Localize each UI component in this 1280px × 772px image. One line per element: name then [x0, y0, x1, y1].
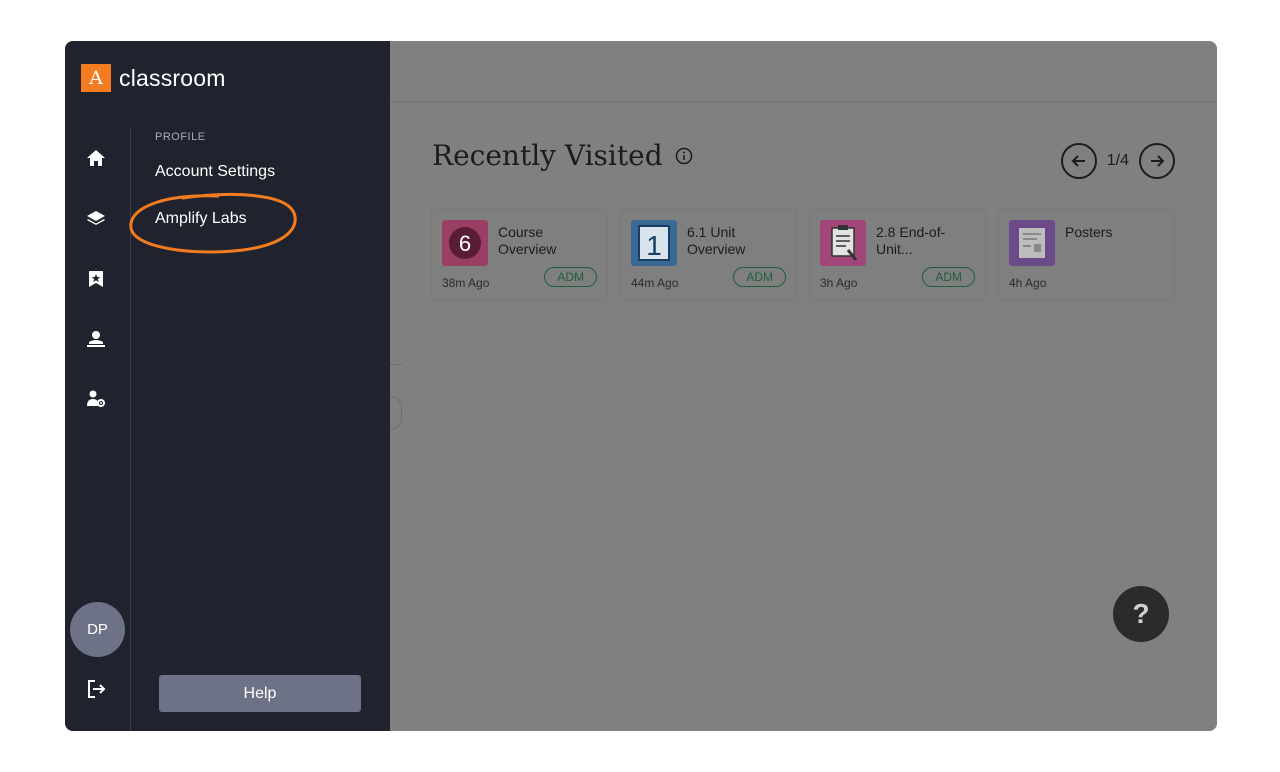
user-settings-icon[interactable]	[85, 388, 107, 410]
svg-text:6: 6	[459, 231, 471, 256]
card-time: 44m Ago	[631, 276, 679, 290]
main-content-dimmed: Recently Visited 1/4 6 Course Overview 3…	[390, 41, 1217, 731]
account-settings-link[interactable]: Account Settings	[155, 163, 275, 181]
home-icon[interactable]	[85, 147, 107, 169]
pagination: 1/4	[1060, 143, 1175, 179]
divider-tick	[390, 364, 402, 365]
recent-card[interactable]: 6 Course Overview 38m Ago ADM	[432, 210, 607, 300]
section-title-text: Recently Visited	[432, 139, 663, 172]
status-badge: ADM	[922, 267, 975, 287]
recent-card[interactable]: Posters 4h Ago	[999, 210, 1174, 300]
next-page-button[interactable]	[1139, 143, 1175, 179]
status-badge: ADM	[544, 267, 597, 287]
assessment-thumbnail	[820, 220, 866, 266]
card-title: 2.8 End-of-Unit...	[876, 224, 946, 257]
card-time: 4h Ago	[1009, 276, 1047, 290]
recent-card[interactable]: 2.8 End-of-Unit... 3h Ago ADM	[810, 210, 985, 300]
unit-thumbnail: 1	[631, 220, 677, 266]
card-title: Posters	[1065, 224, 1113, 240]
help-fab-button[interactable]: ?	[1113, 586, 1169, 642]
highlight-circle-annotation	[129, 193, 297, 254]
card-title: 6.1 Unit Overview	[687, 224, 746, 257]
logo-text: classroom	[119, 64, 226, 91]
bookmark-star-icon[interactable]	[85, 268, 107, 290]
svg-text:1: 1	[646, 230, 662, 261]
arrow-left-icon	[1071, 155, 1085, 167]
app-window: A classroom PROFILE Account Settings Amp…	[65, 41, 1217, 731]
topbar-divider	[390, 101, 1217, 102]
posters-thumbnail	[1009, 220, 1055, 266]
card-title: Course Overview	[498, 224, 557, 257]
logo-mark: A	[81, 64, 111, 92]
recently-visited-heading: Recently Visited	[432, 139, 693, 172]
arrow-right-icon	[1151, 155, 1165, 167]
sidebar: A classroom PROFILE Account Settings Amp…	[65, 41, 390, 731]
course-thumbnail: 6	[442, 220, 488, 266]
prev-page-button[interactable]	[1060, 143, 1097, 179]
collapse-handle[interactable]	[390, 396, 402, 430]
profile-section-label: PROFILE	[155, 131, 206, 143]
recent-card[interactable]: 1 6.1 Unit Overview 44m Ago ADM	[621, 210, 796, 300]
status-badge: ADM	[733, 267, 786, 287]
page-indicator: 1/4	[1106, 152, 1129, 169]
layers-icon[interactable]	[85, 207, 107, 229]
logout-icon[interactable]	[86, 679, 106, 699]
app-logo[interactable]: A classroom	[81, 64, 226, 92]
help-button[interactable]: Help	[159, 675, 361, 712]
user-avatar[interactable]: DP	[70, 602, 125, 657]
info-icon[interactable]	[675, 147, 693, 165]
card-time: 38m Ago	[442, 276, 490, 290]
teacher-icon[interactable]	[85, 328, 107, 350]
card-time: 3h Ago	[820, 276, 858, 290]
